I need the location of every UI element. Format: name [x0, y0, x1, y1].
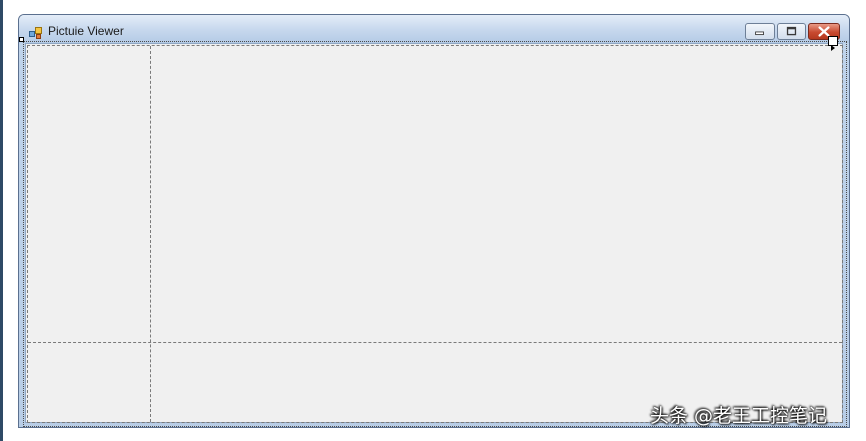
designer-form-window[interactable]: Pictuie Viewer: [18, 14, 850, 428]
smart-tag-glyph[interactable]: [828, 36, 838, 51]
form-icon: [29, 24, 43, 39]
table-layout-panel[interactable]: [27, 45, 843, 423]
smart-tag-arrow-icon: [831, 45, 835, 51]
table-cell-r2c1[interactable]: [28, 343, 150, 422]
window-title: Pictuie Viewer: [48, 24, 124, 38]
table-cell-r1c2[interactable]: [151, 46, 842, 342]
table-cell-r1c1[interactable]: [28, 46, 150, 342]
title-bar[interactable]: Pictuie Viewer: [19, 15, 849, 43]
maximize-icon: [786, 26, 797, 36]
desktop-edge: [0, 0, 3, 441]
watermark-text: 头条 @老王工控笔记: [650, 405, 828, 427]
minimize-icon: [755, 31, 764, 36]
maximize-button[interactable]: [777, 23, 806, 40]
resize-handle[interactable]: [19, 37, 24, 42]
minimize-button[interactable]: [745, 23, 775, 40]
